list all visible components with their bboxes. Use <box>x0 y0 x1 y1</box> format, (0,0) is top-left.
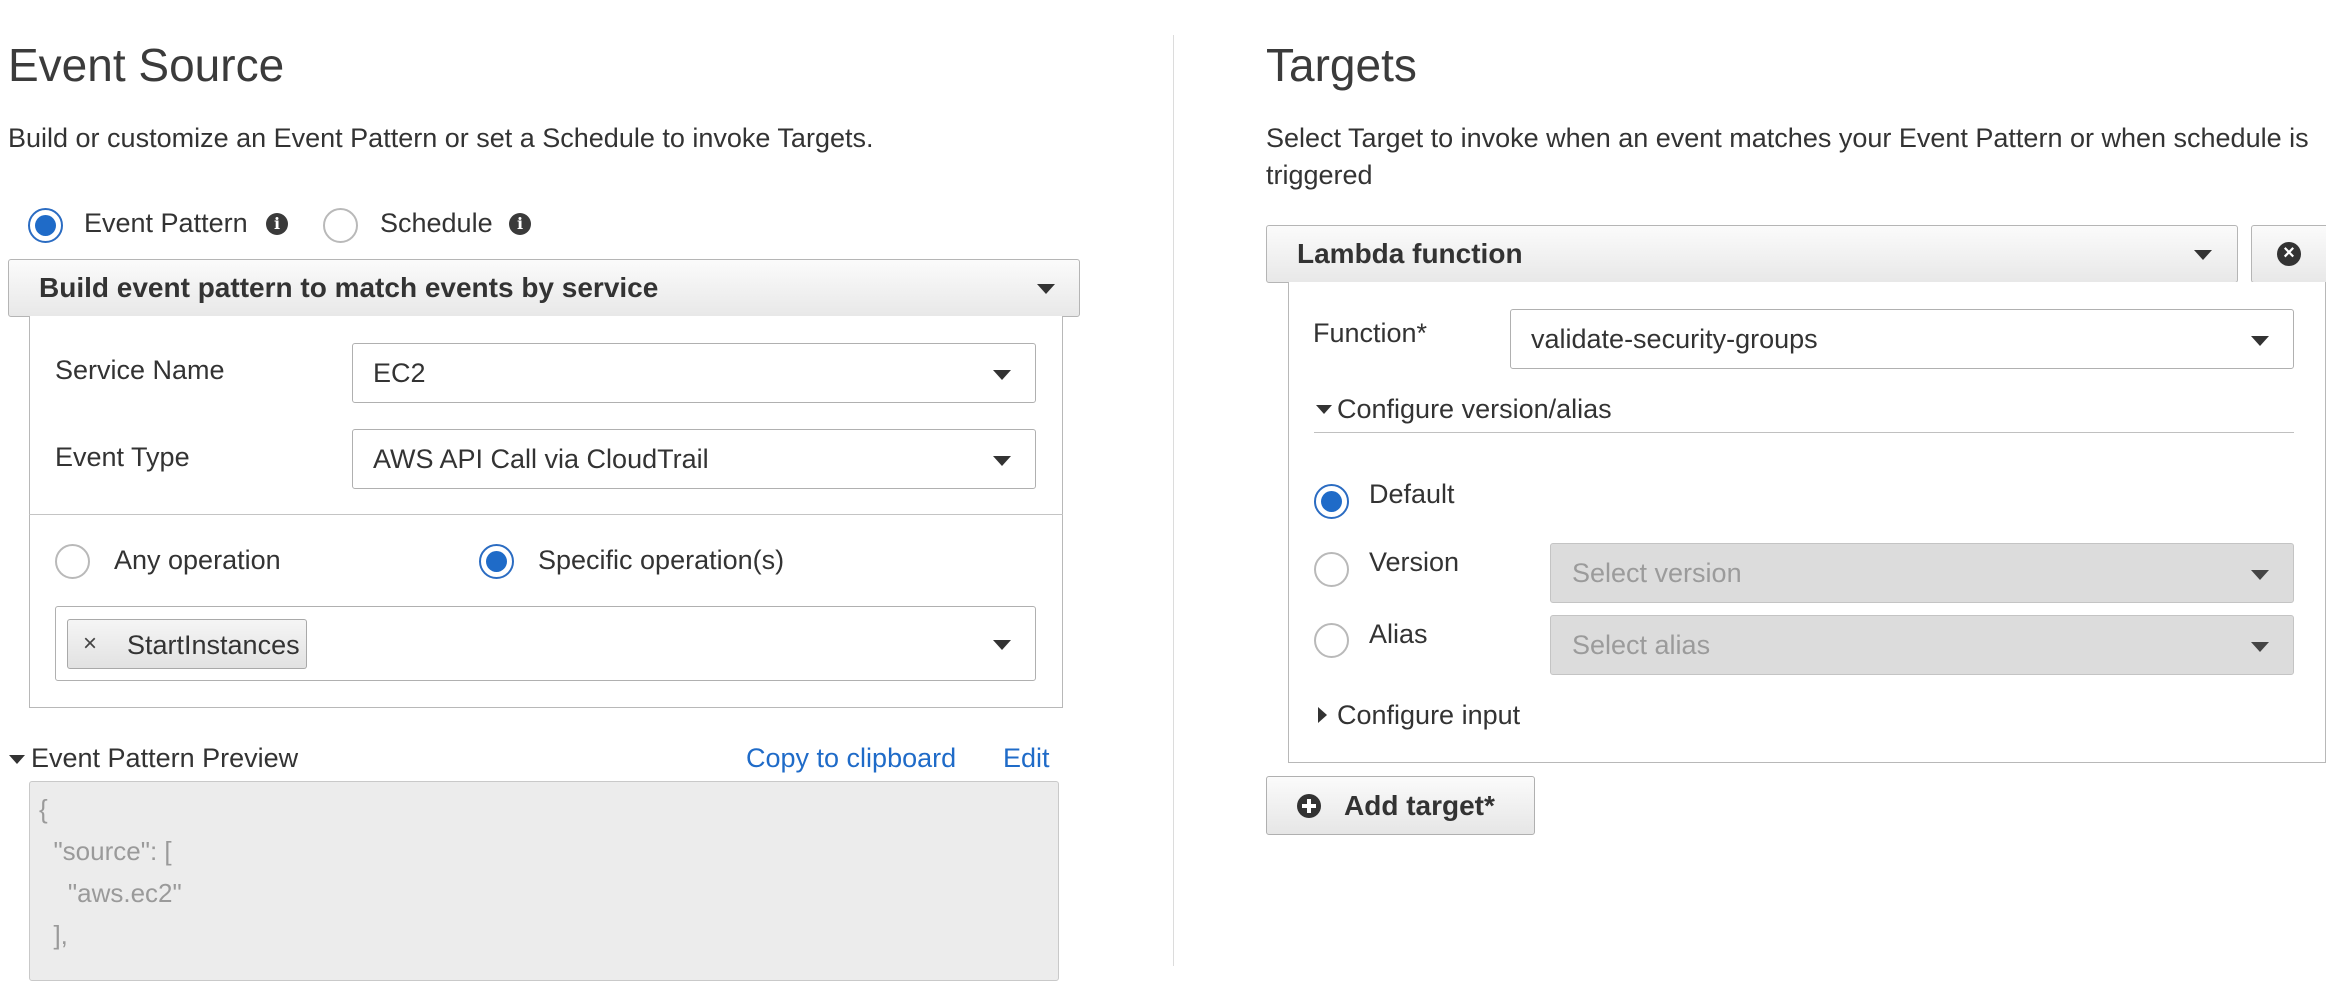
info-icon[interactable]: i <box>509 213 531 235</box>
alias-label[interactable]: Alias <box>1369 619 1428 650</box>
target-type-dropdown[interactable]: Lambda function <box>1266 225 2238 283</box>
function-select[interactable]: validate-security-groups <box>1510 309 2294 369</box>
target-type-label: Lambda function <box>1297 238 1523 269</box>
event-pattern-preview-title[interactable]: Event Pattern Preview <box>31 743 298 774</box>
default-version-radio[interactable] <box>1314 484 1349 519</box>
builder-dropdown-label: Build event pattern to match events by s… <box>39 272 659 303</box>
event-pattern-preview-code: { "source": [ "aws.ec2" ], <box>29 781 1059 981</box>
operation-token: StartInstances <box>115 619 307 669</box>
service-name-value: EC2 <box>373 358 426 388</box>
schedule-radio[interactable] <box>323 208 358 243</box>
chevron-down-icon <box>2194 250 2212 260</box>
function-value: validate-security-groups <box>1531 324 1818 354</box>
version-radio[interactable] <box>1314 552 1349 587</box>
function-label: Function* <box>1313 318 1428 348</box>
chevron-down-icon <box>993 370 1011 380</box>
code-line: "source": [ <box>39 836 172 866</box>
token-label: StartInstances <box>127 630 300 660</box>
event-source-title: Event Source <box>8 39 285 91</box>
alias-select: Select alias <box>1550 615 2294 675</box>
caret-down-icon[interactable] <box>9 755 25 764</box>
code-line: "aws.ec2" <box>39 878 182 908</box>
targets-title: Targets <box>1266 39 1417 91</box>
version-select: Select version <box>1550 543 2294 603</box>
specific-operations-label[interactable]: Specific operation(s) <box>538 545 784 576</box>
code-line: ], <box>39 920 68 950</box>
event-pattern-builder-dropdown[interactable]: Build event pattern to match events by s… <box>8 259 1080 317</box>
configure-input-toggle[interactable]: Configure input <box>1337 700 1520 731</box>
any-operation-radio[interactable] <box>55 544 90 579</box>
targets-description: Select Target to invoke when an event ma… <box>1266 123 2309 190</box>
copy-to-clipboard-link[interactable]: Copy to clipboard <box>746 743 956 774</box>
event-pattern-label[interactable]: Event Pattern <box>84 208 248 239</box>
version-label[interactable]: Version <box>1369 547 1459 578</box>
default-label[interactable]: Default <box>1369 479 1455 510</box>
remove-circle-icon: × <box>2277 242 2301 266</box>
chevron-down-icon <box>1037 284 1055 294</box>
chevron-down-icon <box>2251 336 2269 346</box>
edit-link[interactable]: Edit <box>1003 743 1050 774</box>
remove-target-button[interactable]: × <box>2251 225 2326 283</box>
version-placeholder: Select version <box>1572 558 1742 588</box>
event-type-label: Event Type <box>55 442 190 472</box>
any-operation-label[interactable]: Any operation <box>114 545 281 576</box>
specific-operations-radio[interactable] <box>479 544 514 579</box>
add-target-button[interactable]: Add target* <box>1266 776 1535 835</box>
divider <box>29 514 1063 515</box>
caret-right-icon[interactable] <box>1318 707 1327 723</box>
caret-down-icon[interactable] <box>1316 405 1332 414</box>
alias-placeholder: Select alias <box>1572 630 1711 660</box>
token-remove-button[interactable]: × <box>67 619 116 669</box>
configure-version-alias-toggle[interactable]: Configure version/alias <box>1337 394 1612 425</box>
service-name-label: Service Name <box>55 355 225 385</box>
column-divider <box>1173 35 1174 966</box>
alias-radio[interactable] <box>1314 623 1349 658</box>
add-target-label: Add target* <box>1344 790 1495 821</box>
event-type-value: AWS API Call via CloudTrail <box>373 444 709 474</box>
chevron-down-icon <box>993 640 1011 650</box>
event-source-description: Build or customize an Event Pattern or s… <box>8 123 874 153</box>
schedule-label[interactable]: Schedule <box>380 208 493 239</box>
code-line: { <box>39 794 48 824</box>
close-icon: × <box>83 630 98 657</box>
operations-multiselect[interactable]: × StartInstances <box>55 606 1036 681</box>
plus-circle-icon <box>1297 794 1321 818</box>
event-type-select[interactable]: AWS API Call via CloudTrail <box>352 429 1036 489</box>
chevron-down-icon <box>2251 570 2269 580</box>
info-icon[interactable]: i <box>266 213 288 235</box>
service-name-select[interactable]: EC2 <box>352 343 1036 403</box>
event-pattern-radio[interactable] <box>28 208 63 243</box>
chevron-down-icon <box>2251 642 2269 652</box>
chevron-down-icon <box>993 456 1011 466</box>
section-divider <box>1314 432 2294 433</box>
